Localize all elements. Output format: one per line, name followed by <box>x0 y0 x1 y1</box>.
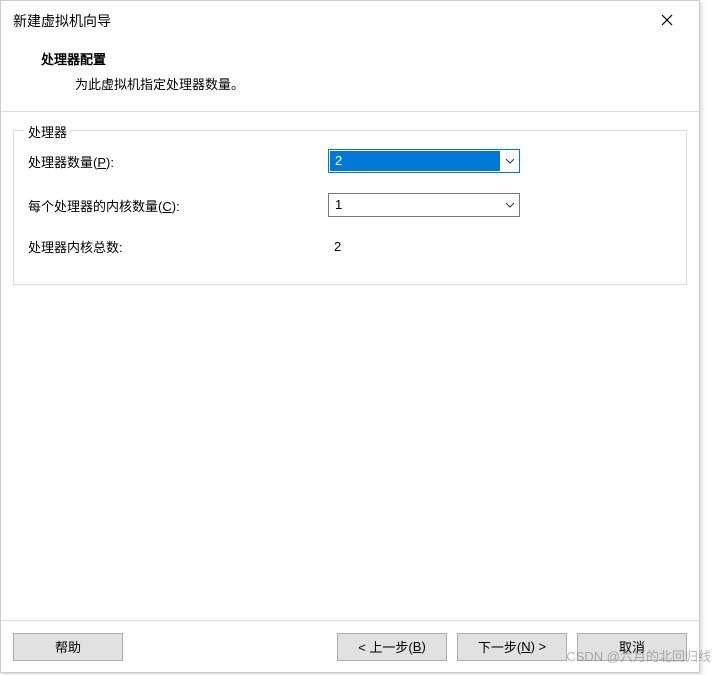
window-title: 新建虚拟机向导 <box>13 11 111 31</box>
content-area: 处理器 处理器数量(P): 2 每个处理器的内核数量(C): 1 <box>1 112 699 620</box>
back-button[interactable]: < 上一步(B) <box>337 633 447 661</box>
page-description: 为此虚拟机指定处理器数量。 <box>41 74 659 93</box>
label-cores-per-processor: 每个处理器的内核数量(C): <box>28 196 328 215</box>
titlebar: 新建虚拟机向导 <box>1 1 699 41</box>
close-icon <box>661 13 673 29</box>
processor-count-select[interactable]: 2 <box>328 149 520 173</box>
processor-count-value: 2 <box>330 151 500 171</box>
button-bar: 帮助 < 上一步(B) 下一步(N) > 取消 <box>1 620 699 672</box>
chevron-down-icon <box>501 203 519 208</box>
label-processor-count: 处理器数量(P): <box>28 152 328 171</box>
group-legend: 处理器 <box>24 122 71 141</box>
cancel-button[interactable]: 取消 <box>577 633 687 661</box>
close-button[interactable] <box>647 6 687 36</box>
help-button[interactable]: 帮助 <box>13 633 123 661</box>
wizard-dialog: 新建虚拟机向导 处理器配置 为此虚拟机指定处理器数量。 处理器 处理器数量(P)… <box>0 0 700 673</box>
chevron-down-icon <box>501 159 519 164</box>
row-cores-per-processor: 每个处理器的内核数量(C): 1 <box>28 193 672 217</box>
cores-per-processor-value: 1 <box>329 195 501 215</box>
row-processor-count: 处理器数量(P): 2 <box>28 149 672 173</box>
total-cores-value: 2 <box>328 239 341 254</box>
cores-per-processor-select[interactable]: 1 <box>328 193 520 217</box>
next-button[interactable]: 下一步(N) > <box>457 633 567 661</box>
processor-group: 处理器 处理器数量(P): 2 每个处理器的内核数量(C): 1 <box>13 130 687 285</box>
wizard-header: 处理器配置 为此虚拟机指定处理器数量。 <box>1 41 699 111</box>
row-total-cores: 处理器内核总数: 2 <box>28 237 672 256</box>
label-total-cores: 处理器内核总数: <box>28 237 328 256</box>
page-title: 处理器配置 <box>41 49 659 68</box>
